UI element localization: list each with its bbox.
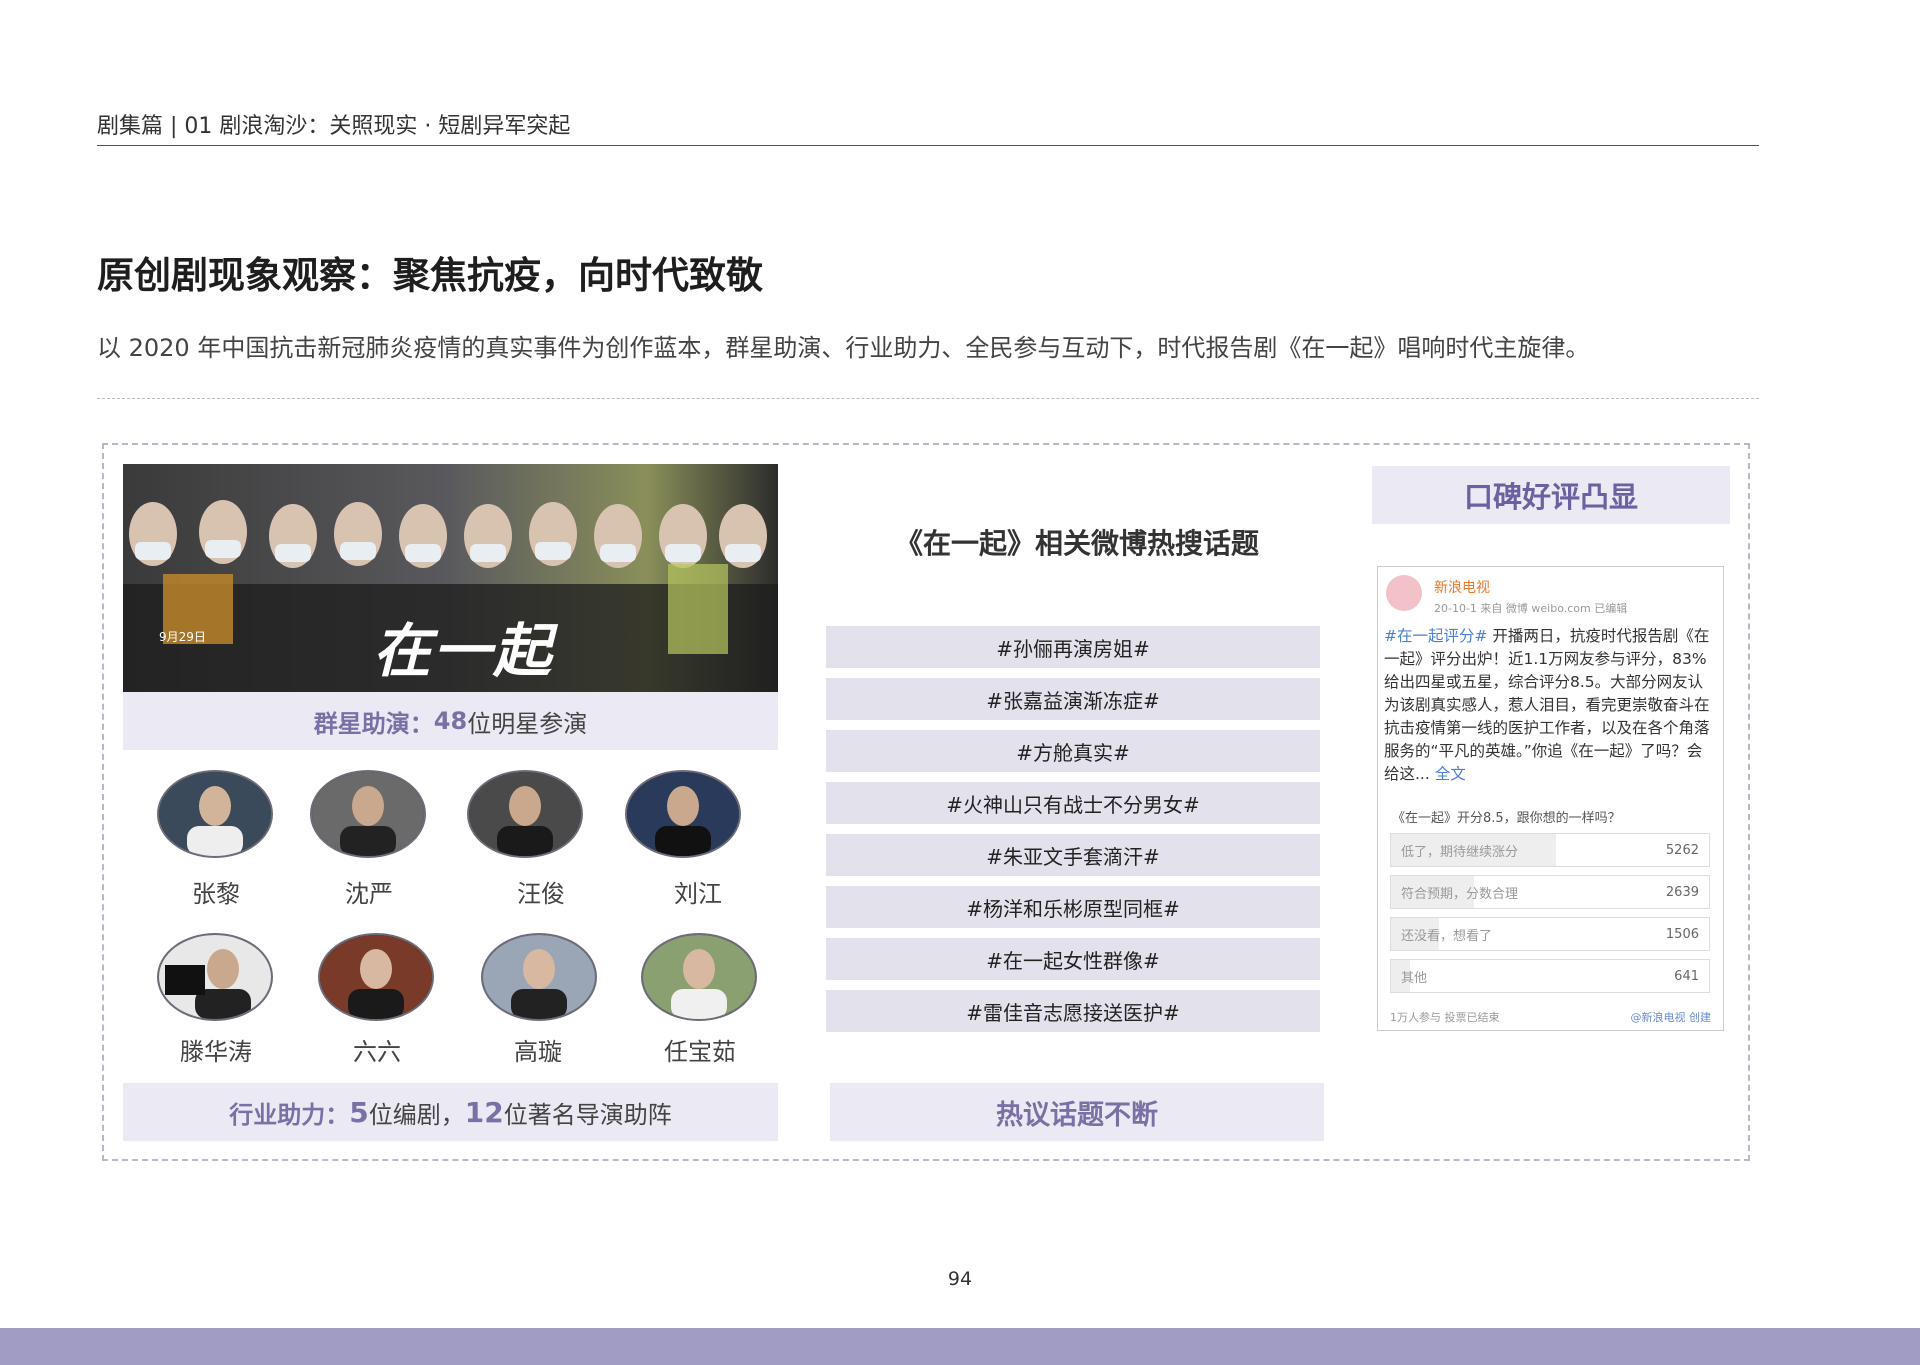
poll-footer: 1万人参与 投票已结束: [1390, 1011, 1500, 1024]
person-illustration: [643, 935, 755, 1019]
hot-topic: #孙俪再演房姐#: [826, 626, 1320, 668]
weibo-account: 新浪电视: [1434, 580, 1490, 596]
cast-name: 任宝茹: [664, 1038, 736, 1066]
poll-option-label: 还没看，想看了: [1401, 928, 1493, 944]
avatar: [481, 933, 597, 1021]
poll-option-count: 1506: [1665, 926, 1699, 942]
poll-option-label: 其他: [1401, 970, 1428, 986]
poll-option-count: 641: [1674, 968, 1699, 984]
avatar: [157, 770, 273, 858]
industry-support-band: 行业助力： 5 位编剧， 12 位著名导演助阵: [123, 1083, 778, 1141]
poster-date: 9月29日: [159, 630, 206, 644]
poll-option-label: 符合预期，分数合理: [1401, 886, 1519, 902]
praise-band: 口碑好评凸显: [1372, 466, 1730, 524]
poll-option-count: 5262: [1665, 842, 1699, 858]
cast-name: 滕华涛: [180, 1038, 252, 1066]
cast-name: 张黎: [192, 880, 240, 908]
cast-name: 六六: [353, 1038, 401, 1066]
hot-topic: #在一起女性群像#: [826, 938, 1320, 980]
hot-topic: #方舱真实#: [826, 730, 1320, 772]
industry-band-label: 行业助力：: [229, 1100, 350, 1129]
weibo-body-text: 开播两日，抗疫时代报告剧《在一起》评分出炉！近1.1万网友参与评分，83%给出四…: [1384, 627, 1710, 783]
person-illustration: [627, 772, 739, 856]
directors-suffix: 位著名导演助阵: [503, 1100, 672, 1129]
hot-topic: #雷佳音志愿接送医护#: [826, 990, 1320, 1032]
hot-topic: #朱亚文手套滴汗#: [826, 834, 1320, 876]
weibo-more-link: 全文: [1434, 765, 1466, 783]
poll-option: 低了，期待继续涨分 5262: [1390, 833, 1710, 867]
person-illustration: [159, 935, 271, 1019]
weibo-meta: 20-10-1 来自 微博 weibo.com 已编辑: [1434, 602, 1628, 615]
weibo-post-card: 新浪电视 20-10-1 来自 微博 weibo.com 已编辑 #在一起评分#…: [1377, 566, 1724, 1031]
writer-count: 5: [349, 1095, 369, 1129]
star-support-band: 群星助演： 48 位明星参演: [123, 692, 778, 750]
hot-topic: #杨洋和乐彬原型同框#: [826, 886, 1320, 928]
hot-topics-band: 热议话题不断: [830, 1083, 1324, 1141]
cast-name: 高璇: [514, 1038, 562, 1066]
director-count: 12: [464, 1095, 504, 1129]
page-number: 94: [947, 1268, 973, 1290]
cast-name: 汪俊: [517, 880, 565, 908]
poll-question: 《在一起》开分8.5，跟你想的一样吗？: [1392, 811, 1621, 826]
person-illustration: [320, 935, 432, 1019]
dashed-divider: [97, 398, 1759, 399]
footer-band: [0, 1328, 1920, 1365]
cast-name: 刘江: [674, 880, 722, 908]
avatar: [467, 770, 583, 858]
poll-option: 其他 641: [1390, 959, 1710, 993]
person-illustration: [159, 772, 271, 856]
header-divider: [97, 145, 1759, 146]
poll-option-count: 2639: [1665, 884, 1699, 900]
poll-option-label: 低了，期待继续涨分: [1401, 844, 1519, 860]
avatar: [625, 770, 741, 858]
person-illustration: [469, 772, 581, 856]
drama-poster: 9月29日 在一起: [123, 464, 778, 692]
hot-topic: #火神山只有战士不分男女#: [826, 782, 1320, 824]
star-count: 48: [433, 707, 468, 735]
cast-name: 沈严: [345, 880, 393, 908]
poll-option: 还没看，想看了 1506: [1390, 917, 1710, 951]
page-title: 原创剧现象观察：聚焦抗疫，向时代致敬: [97, 254, 763, 297]
poster-title: 在一起: [373, 617, 554, 685]
person-illustration: [483, 935, 595, 1019]
avatar: [157, 933, 273, 1021]
topics-heading: 《在一起》相关微博热搜话题: [894, 527, 1259, 560]
writers-suffix: 位编剧，: [368, 1100, 465, 1129]
person-illustration: [312, 772, 424, 856]
section-header: 剧集篇 | 01 剧浪淘沙：关照现实 · 短剧异军突起: [97, 114, 571, 139]
avatar: [641, 933, 757, 1021]
weibo-hashtag: #在一起评分#: [1384, 627, 1488, 645]
weibo-body: #在一起评分# 开播两日，抗疫时代报告剧《在一起》评分出炉！近1.1万网友参与评…: [1384, 625, 1716, 786]
poll-creator: @新浪电视 创建: [1630, 1011, 1712, 1024]
weibo-avatar: [1386, 575, 1422, 611]
star-band-label: 群星助演：: [313, 709, 434, 738]
star-band-suffix: 位明星参演: [467, 709, 588, 738]
poll-option: 符合预期，分数合理 2639: [1390, 875, 1710, 909]
avatar: [318, 933, 434, 1021]
avatar: [310, 770, 426, 858]
page-subtitle: 以 2020 年中国抗击新冠肺炎疫情的真实事件为创作蓝本，群星助演、行业助力、全…: [97, 334, 1590, 362]
hot-topic: #张嘉益演渐冻症#: [826, 678, 1320, 720]
